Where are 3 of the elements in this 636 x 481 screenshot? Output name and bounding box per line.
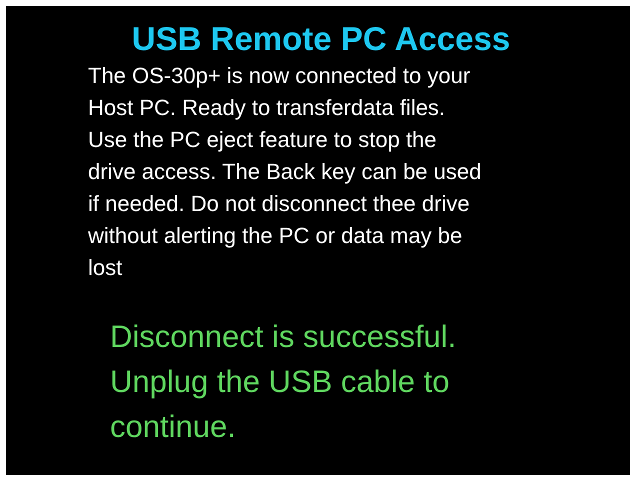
screen-title: USB Remote PC Access: [130, 20, 510, 58]
status-message: Disconnect is successful. Unplug the USB cable to continue.: [110, 318, 456, 446]
info-message: The OS-30p+ is now connected to your Host PC. Ready to transferdata files. Use the PC eject feature to stop the drive access. The Back key can be used if needed. Do not disconnect thee drive without alerting the PC or data may be lost: [88, 62, 482, 282]
